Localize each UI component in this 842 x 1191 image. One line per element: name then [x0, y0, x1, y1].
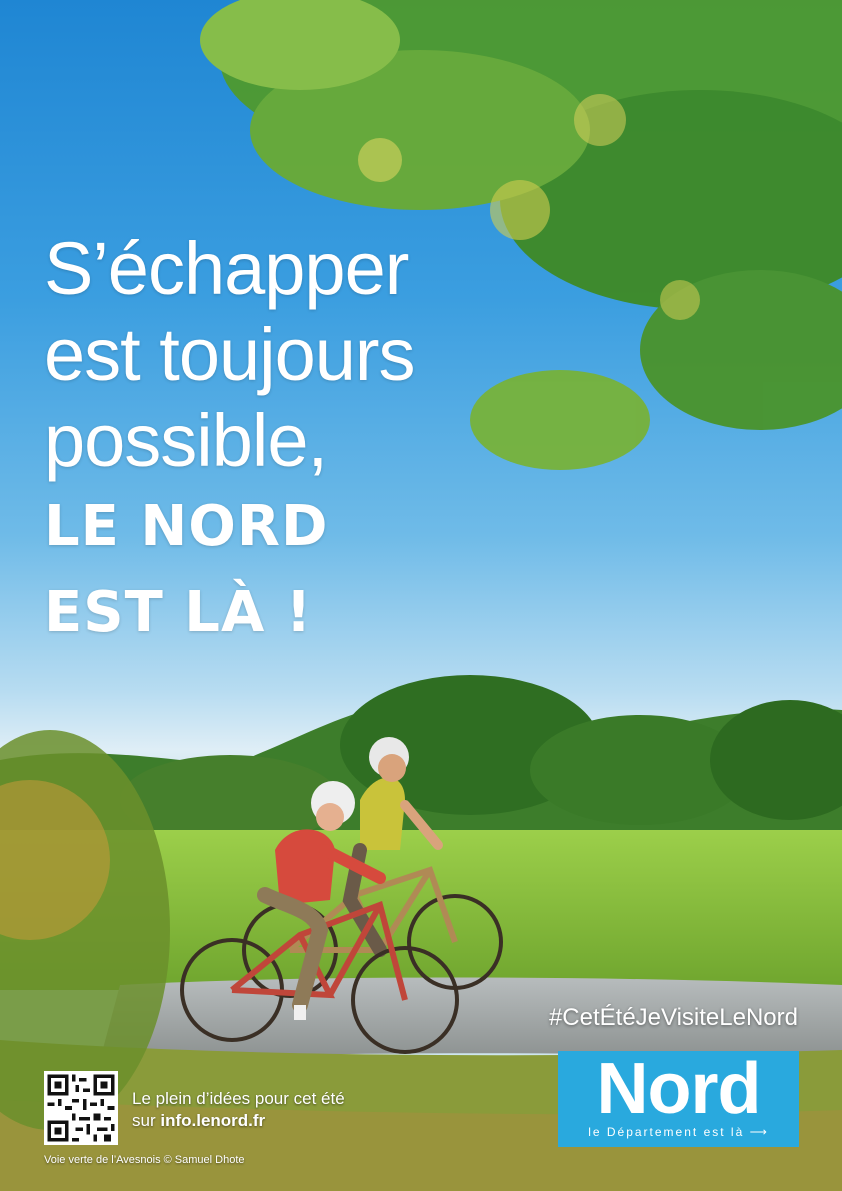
headline: S’échapper est toujours possible, LE NOR… [44, 226, 504, 656]
headline-line-2: est toujours [44, 313, 416, 396]
info-prefix: sur [132, 1111, 161, 1130]
headline-line-5: EST LÀ ! [44, 580, 313, 645]
info-text: Le plein d’idées pour cet été sur info.l… [132, 1088, 345, 1132]
nord-logo-word: Nord [596, 1049, 762, 1129]
info-line-1: Le plein d’idées pour cet été [132, 1089, 345, 1108]
nord-logo-tagline-text: le Département est là [588, 1125, 745, 1139]
headline-line-4: LE NORD [44, 494, 329, 559]
info-line-2: sur info.lenord.fr [132, 1110, 345, 1132]
arrow-right-icon: ⟶ [749, 1125, 769, 1139]
hashtag: #CetÉtéJeVisiteLeNord [548, 1004, 798, 1031]
headline-line-3: possible, [44, 399, 328, 482]
photo-credit: Voie verte de l’Avesnois © Samuel Dhote [44, 1154, 245, 1166]
headline-line-1: S’échapper [44, 227, 409, 310]
qr-code-icon[interactable] [44, 1071, 118, 1145]
poster: S’échapper est toujours possible, LE NOR… [0, 0, 842, 1191]
nord-logo-tagline: le Département est là ⟶ [558, 1125, 799, 1139]
info-url-link[interactable]: info.lenord.fr [160, 1111, 265, 1130]
nord-logo[interactable]: Nord le Département est là ⟶ [558, 1051, 799, 1147]
